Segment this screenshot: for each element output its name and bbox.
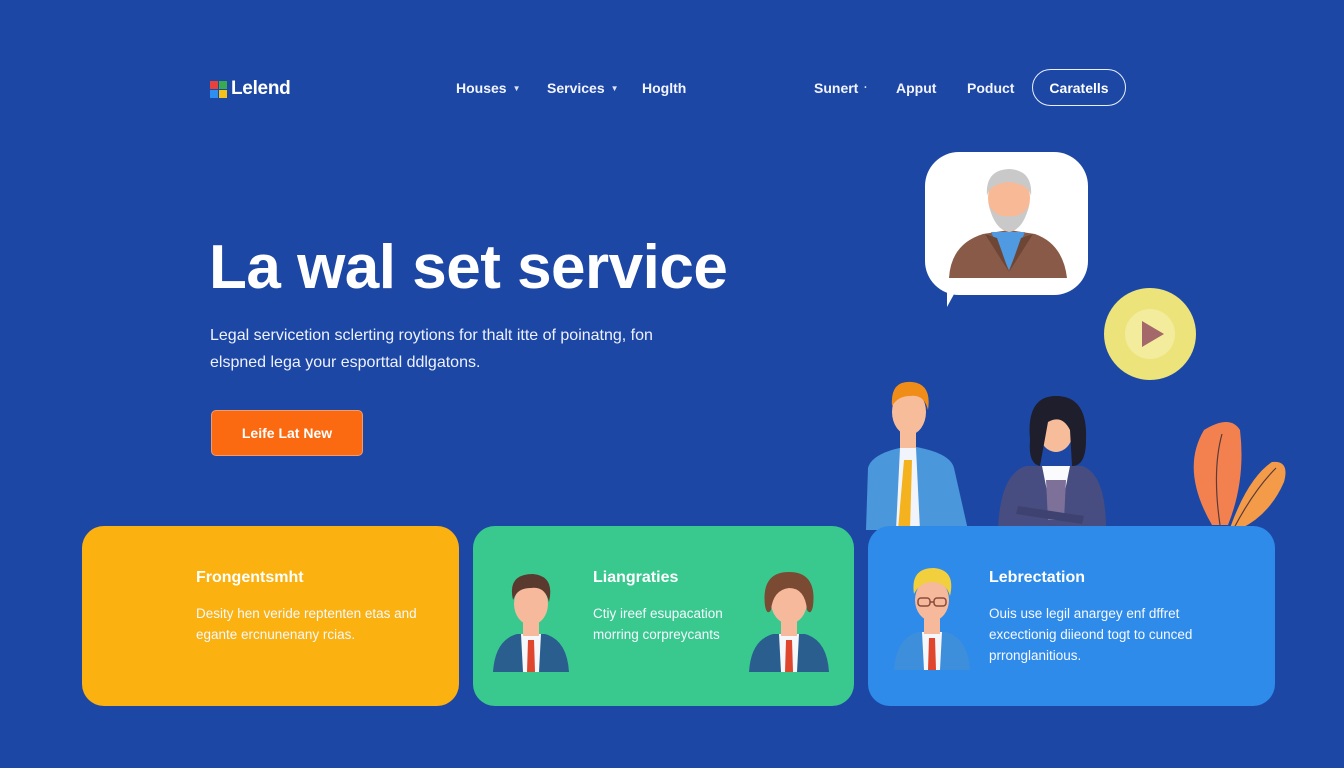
chat-bubble-tail (947, 285, 973, 307)
team-illustration (866, 381, 1286, 530)
chevron-down-icon: ▼ (610, 83, 619, 93)
top-navigation: Lelend Houses ▼ Services ▼ Hoglth Sunert… (0, 0, 1344, 176)
feature-card-liangraties[interactable]: Liangraties Ctiy ireef esupacation morri… (473, 526, 854, 706)
play-video-button[interactable] (1104, 288, 1196, 380)
nav-label: Apput (896, 80, 937, 96)
nav-item-sunert[interactable]: Sunert • (814, 80, 866, 96)
chevron-down-icon: ▼ (512, 83, 521, 93)
nav-label: Houses (456, 80, 507, 96)
brand-logo[interactable]: Lelend (210, 78, 291, 100)
woman-dark-suit-figure (998, 396, 1106, 530)
plant-leaves-icon (1193, 422, 1286, 529)
card-title: Frongentsmht (196, 569, 304, 586)
nav-item-poduct[interactable]: Poduct (967, 80, 1014, 96)
brand-name: Lelend (231, 78, 291, 99)
nav-label: Poduct (967, 80, 1015, 96)
elderly-man-avatar-icon (949, 169, 1067, 278)
card-text: Ouis use legil anargey enf dffret excect… (989, 606, 1193, 663)
nav-item-hoglth[interactable]: Hoglth (642, 80, 686, 96)
logo-grid-icon (210, 80, 227, 98)
male-glasses-avatar-icon (894, 568, 970, 670)
nav-item-services[interactable]: Services ▼ (547, 80, 619, 96)
nav-label: Sunert (814, 80, 859, 96)
card-text: Desity hen veride reptenten etas and ega… (196, 606, 417, 642)
chat-bubble (925, 152, 1088, 295)
nav-label: Hoglth (642, 80, 687, 96)
card-text: Ctiy ireef esupacation morring corpreyca… (593, 606, 723, 642)
male-lawyer-avatar-icon (749, 572, 829, 672)
male-lawyer-avatar-icon (493, 574, 569, 672)
hero-subtitle: Legal servicetion sclerting roytions for… (210, 327, 653, 371)
feature-card-lebrectation[interactable]: Lebrectation Ouis use legil anargey enf … (868, 526, 1275, 706)
nav-cta-button[interactable]: Caratells (1032, 69, 1126, 106)
nav-item-houses[interactable]: Houses ▼ (456, 80, 521, 96)
card-title: Liangraties (593, 569, 679, 586)
chevron-down-icon: • (864, 85, 867, 91)
man-blue-suit-figure (866, 381, 968, 530)
nav-label: Services (547, 80, 605, 96)
hero-cta-button[interactable]: Leife Lat New (211, 410, 363, 456)
feature-card-frongentsmht[interactable]: Frongentsmht Desity hen veride reptenten… (82, 526, 459, 706)
nav-item-apput[interactable]: Apput (896, 80, 936, 96)
hero-title: La wal set service (209, 233, 728, 302)
play-icon (1142, 321, 1164, 347)
card-title: Lebrectation (989, 569, 1086, 586)
play-button-inner (1125, 309, 1175, 359)
